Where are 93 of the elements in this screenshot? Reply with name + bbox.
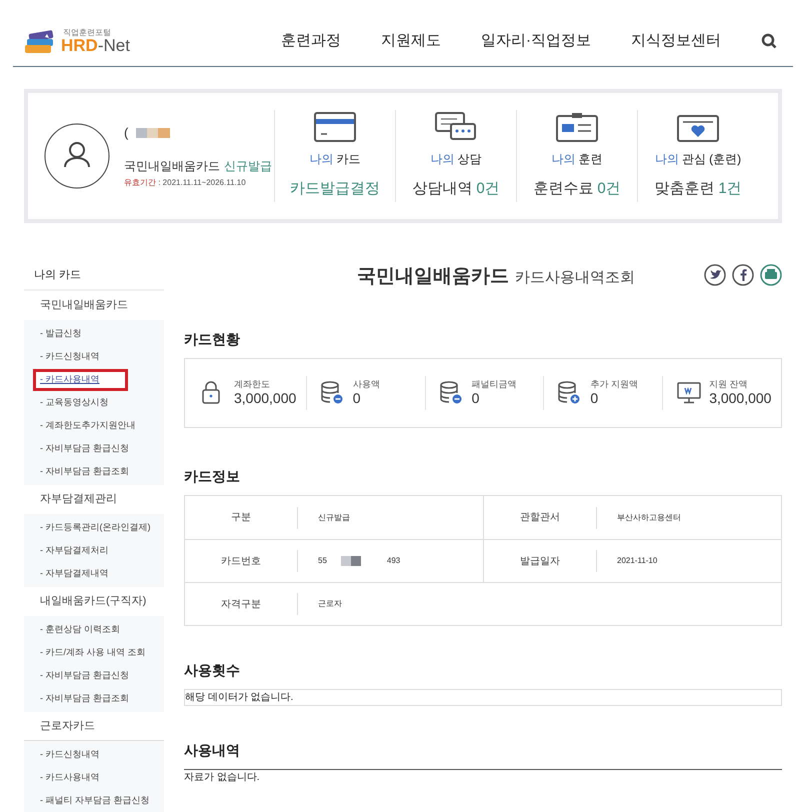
nav-link[interactable]: 지원제도 xyxy=(381,30,441,52)
database-plus-icon xyxy=(558,381,582,405)
card-name: 국민내일배움카드 xyxy=(124,158,220,175)
section-title: 카드정보 xyxy=(184,467,241,486)
logo-text: HRD xyxy=(61,37,98,54)
stat-value: 0 xyxy=(472,390,480,408)
user-name: ( xyxy=(124,124,128,142)
sidebar-item[interactable]: - 카드사용내역 xyxy=(40,770,100,784)
summary-count: 0건 xyxy=(597,179,621,199)
sidebar-item[interactable]: - 자부담결제처리 xyxy=(40,544,108,558)
section-title: 사용횟수 xyxy=(184,661,241,680)
field-label: 구분 xyxy=(231,511,251,525)
stat-value: 3,000,000 xyxy=(234,390,296,408)
database-minus-icon xyxy=(320,381,345,405)
sidebar-item[interactable]: - 자비부담금 환급신청 xyxy=(40,668,129,682)
facebook-icon[interactable] xyxy=(732,264,754,286)
stat-value: 0 xyxy=(590,390,600,408)
section-label: 카드 xyxy=(336,151,360,168)
summary-value: 카드발급결정 xyxy=(290,179,380,199)
id-card-icon xyxy=(556,112,598,142)
stat-label: 패널티금액 xyxy=(472,378,517,390)
field-value: 2021-11-10 xyxy=(617,555,658,567)
card-icon xyxy=(314,112,356,142)
stat-label: 사용액 xyxy=(352,378,380,390)
sidebar-group[interactable]: 근로자카드 xyxy=(40,718,95,734)
printer-icon[interactable] xyxy=(760,264,782,286)
avatar-icon xyxy=(44,123,110,189)
sidebar-group[interactable]: 국민내일배움카드 xyxy=(40,297,128,314)
section-label: 나의 xyxy=(654,151,679,168)
stat-value: 0 xyxy=(352,390,362,408)
stat-label: 계좌한도 xyxy=(234,378,271,390)
nav-link[interactable]: 훈련과정 xyxy=(281,30,341,52)
nav-link[interactable]: 일자리·직업정보 xyxy=(481,30,591,52)
field-label: 카드번호 xyxy=(221,554,261,568)
logo-tagline: 직업훈련포털 xyxy=(63,29,112,37)
sidebar-item[interactable]: - 패널티 자부담금 환급신청 xyxy=(40,794,150,808)
sidebar-group[interactable]: 내일배움카드(구직자) xyxy=(40,593,146,610)
sidebar-title: 나의 카드 xyxy=(34,268,82,283)
logo-text: -Net xyxy=(98,37,130,54)
field-value: 신규발급 xyxy=(318,512,350,524)
section-label: 나의 xyxy=(552,151,576,168)
summary-value: 상담내역 xyxy=(412,179,472,199)
field-label: 발급일자 xyxy=(520,554,560,568)
sidebar-item[interactable]: - 자비부담금 환급조회 xyxy=(40,464,129,478)
sidebar-item[interactable]: - 카드신청내역 xyxy=(40,350,100,364)
section-label: 나의 xyxy=(310,151,334,168)
section-label: 상담 xyxy=(458,151,482,168)
sidebar-group[interactable]: 자부담결제관리 xyxy=(40,491,117,508)
redaction-mark xyxy=(340,556,361,566)
section-title: 카드현황 xyxy=(184,330,241,349)
field-label: 자격구분 xyxy=(221,598,261,612)
sidebar-item[interactable]: - 카드등록관리(온라인결제) xyxy=(40,520,150,534)
field-value: 493 xyxy=(386,555,400,567)
sidebar-item[interactable]: - 카드신청내역 xyxy=(40,748,100,762)
chat-icon xyxy=(435,112,477,142)
field-value: 55 xyxy=(318,555,327,567)
sidebar-item[interactable]: - 자부담결제내역 xyxy=(40,566,108,580)
summary-value: 훈련수료 xyxy=(533,179,594,199)
section-label: 관심 (훈련) xyxy=(682,151,742,168)
validity-period: : 2021.11.11~2026.11.10 xyxy=(157,176,246,189)
section-label: 나의 xyxy=(430,151,454,168)
field-label: 관할관서 xyxy=(520,511,560,525)
empty-message: 자료가 없습니다. xyxy=(184,771,261,785)
bird-icon[interactable] xyxy=(704,264,726,286)
page-subtitle: 카드사용내역조회 xyxy=(515,268,635,288)
stat-label: 지원 잔액 xyxy=(709,378,749,390)
summary-count: 1건 xyxy=(718,179,742,199)
heart-card-icon xyxy=(677,112,719,142)
page-title: 국민내일배움카드 xyxy=(357,264,509,289)
validity-label: 유효기간 xyxy=(124,176,156,189)
search-icon[interactable] xyxy=(761,32,777,49)
sidebar-item[interactable]: - 카드/계좌 사용 내역 조회 xyxy=(40,646,146,660)
sidebar-item[interactable]: - 교육동영상시청 xyxy=(40,396,108,410)
section-title: 사용내역 xyxy=(184,741,241,760)
sidebar-item[interactable]: - 계좌한도추가지원안내 xyxy=(40,418,136,432)
field-value: 부산사하고용센터 xyxy=(617,512,681,524)
sidebar-item[interactable]: - 카드사용내역 xyxy=(33,368,128,390)
empty-message: 해당 데이터가 없습니다. xyxy=(185,691,294,705)
sidebar-item[interactable]: - 자비부담금 환급조회 xyxy=(40,692,129,706)
sidebar-item[interactable]: - 발급신청 xyxy=(40,326,82,340)
field-value: 근로자 xyxy=(318,598,342,610)
card-status: 신규발급 xyxy=(224,158,272,175)
redaction-mark xyxy=(136,128,170,138)
sidebar-item[interactable]: - 훈련상담 이력조회 xyxy=(40,622,120,636)
stat-label: 추가 지원액 xyxy=(590,378,638,390)
stat-value: 3,000,000 xyxy=(709,390,772,408)
section-label: 훈련 xyxy=(578,151,602,168)
nav-link[interactable]: 지식정보센터 xyxy=(631,30,721,52)
database-minus-icon xyxy=(440,381,464,405)
summary-value: 맞춤훈련 xyxy=(654,179,714,199)
monitor-icon xyxy=(677,381,702,405)
summary-count: 0건 xyxy=(476,179,500,199)
sidebar-item[interactable]: - 자비부담금 환급신청 xyxy=(40,442,129,456)
